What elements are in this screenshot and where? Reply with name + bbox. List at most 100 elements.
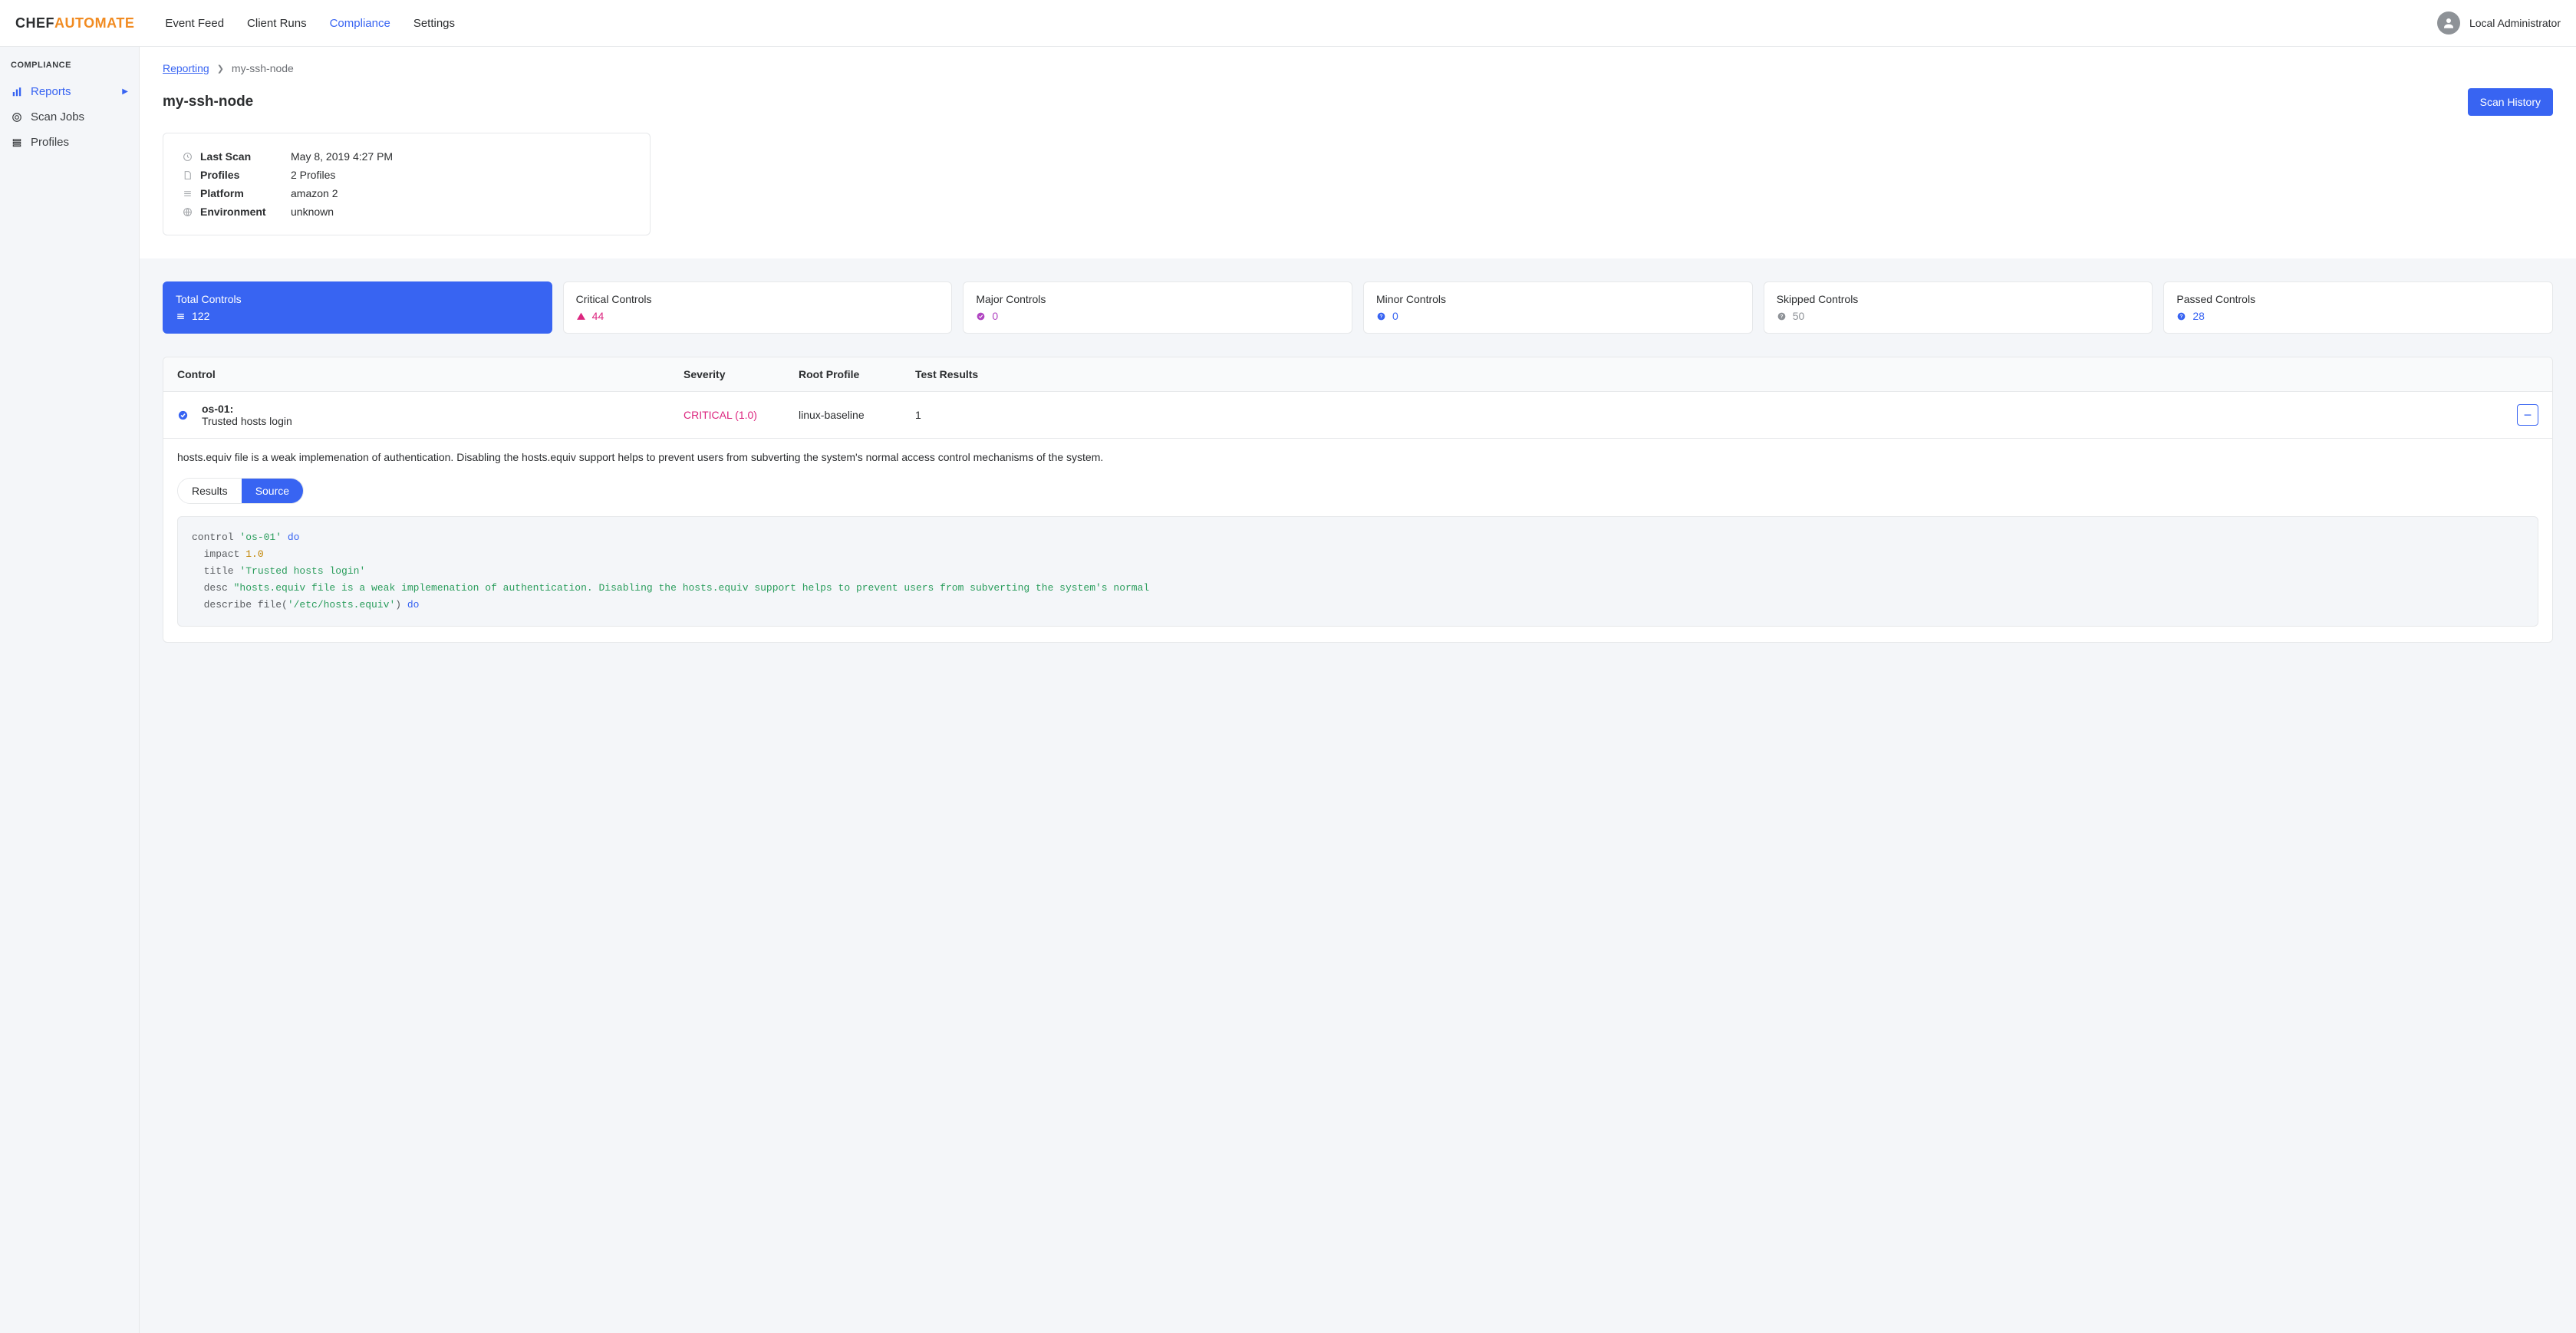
file-icon — [180, 170, 194, 180]
help-circle-icon: ? — [1376, 311, 1386, 321]
tab-source[interactable]: Source — [242, 479, 303, 503]
layers-icon — [11, 137, 23, 148]
severity-cell: CRITICAL (1.0) — [684, 409, 799, 421]
tabs: Results Source — [177, 478, 304, 504]
tile-count: 44 — [592, 310, 604, 322]
tile-critical-controls[interactable]: Critical Controls 44 — [563, 281, 953, 334]
sidebar-item-reports[interactable]: Reports ▶ — [0, 79, 139, 104]
summary-label: Platform — [200, 187, 291, 199]
user-icon — [2442, 16, 2456, 30]
root-profile-cell: linux-baseline — [799, 409, 915, 421]
sidebar-item-label: Scan Jobs — [31, 110, 84, 123]
row-expanded: hosts.equiv file is a weak implemenation… — [163, 439, 2552, 642]
sidebar-item-label: Reports — [31, 85, 71, 98]
header-severity: Severity — [684, 368, 799, 380]
main: Reporting ❯ my-ssh-node my-ssh-node Scan… — [140, 47, 2576, 1333]
nav-link-settings[interactable]: Settings — [413, 17, 455, 30]
tile-count: 50 — [1793, 310, 1805, 322]
main-header: Reporting ❯ my-ssh-node my-ssh-node Scan… — [140, 47, 2576, 258]
list-icon — [180, 189, 194, 199]
tile-skipped-controls[interactable]: Skipped Controls ? 50 — [1764, 281, 2153, 334]
header-test-results: Test Results — [915, 368, 2508, 380]
avatar[interactable] — [2437, 12, 2460, 35]
svg-text:?: ? — [2180, 314, 2183, 319]
summary-value: 2 Profiles — [291, 169, 335, 181]
table-row[interactable]: os-01: Trusted hosts login CRITICAL (1.0… — [163, 392, 2552, 439]
topnav-right: Local Administrator — [2437, 12, 2561, 35]
tile-major-controls[interactable]: Major Controls 0 — [963, 281, 1352, 334]
test-results-cell: 1 — [915, 409, 2508, 421]
help-circle-icon: ? — [1777, 311, 1787, 321]
tile-title: Skipped Controls — [1777, 293, 2140, 305]
chevron-right-icon: ❯ — [217, 64, 224, 74]
tile-total-controls[interactable]: Total Controls 122 — [163, 281, 552, 334]
svg-text:?: ? — [1380, 314, 1383, 319]
nav-links: Event Feed Client Runs Compliance Settin… — [165, 17, 455, 30]
header-root-profile: Root Profile — [799, 368, 915, 380]
nav-link-event-feed[interactable]: Event Feed — [165, 17, 224, 30]
summary-row-platform: Platform amazon 2 — [180, 184, 633, 202]
tile-count: 0 — [1392, 310, 1398, 322]
table-header: Control Severity Root Profile Test Resul… — [163, 357, 2552, 392]
summary-card: Last Scan May 8, 2019 4:27 PM Profiles 2… — [163, 133, 651, 235]
collapse-button[interactable]: − — [2517, 404, 2538, 426]
tab-results[interactable]: Results — [178, 479, 242, 503]
breadcrumb-link[interactable]: Reporting — [163, 62, 209, 74]
control-description: hosts.equiv file is a weak implemenation… — [177, 449, 2538, 466]
check-circle-icon — [177, 410, 191, 421]
tile-title: Total Controls — [176, 293, 539, 305]
user-label: Local Administrator — [2469, 17, 2561, 29]
controls-table: Control Severity Root Profile Test Resul… — [163, 357, 2553, 643]
logo[interactable]: CHEFAUTOMATE — [15, 15, 134, 31]
nav-link-client-runs[interactable]: Client Runs — [247, 17, 307, 30]
summary-row-environment: Environment unknown — [180, 202, 633, 221]
alert-triangle-icon — [576, 311, 586, 321]
header-control: Control — [177, 368, 684, 380]
summary-label: Last Scan — [200, 150, 291, 163]
minus-icon: − — [2524, 407, 2532, 423]
list-icon — [176, 311, 186, 321]
check-circle-icon — [976, 311, 986, 321]
globe-icon — [180, 207, 194, 217]
title-row: my-ssh-node Scan History — [163, 88, 2553, 116]
tile-minor-controls[interactable]: Minor Controls ? 0 — [1363, 281, 1753, 334]
nav-link-compliance[interactable]: Compliance — [330, 17, 390, 30]
chevron-right-icon: ▶ — [122, 87, 128, 96]
summary-value: unknown — [291, 206, 334, 218]
topnav: CHEFAUTOMATE Event Feed Client Runs Comp… — [0, 0, 2576, 47]
tile-title: Minor Controls — [1376, 293, 1740, 305]
target-icon — [11, 112, 23, 123]
main-body: Total Controls 122 Critical Controls — [140, 258, 2576, 1333]
summary-row-last-scan: Last Scan May 8, 2019 4:27 PM — [180, 147, 633, 166]
tiles: Total Controls 122 Critical Controls — [163, 281, 2553, 334]
summary-value: May 8, 2019 4:27 PM — [291, 150, 393, 163]
summary-label: Environment — [200, 206, 291, 218]
breadcrumb: Reporting ❯ my-ssh-node — [163, 62, 2553, 74]
help-circle-icon: ? — [2176, 311, 2186, 321]
sidebar-item-profiles[interactable]: Profiles — [0, 130, 139, 155]
clock-icon — [180, 152, 194, 162]
source-code: control 'os-01' do impact 1.0 title 'Tru… — [177, 516, 2538, 627]
sidebar: COMPLIANCE Reports ▶ Scan Jobs Profiles — [0, 47, 140, 1333]
tile-count: 0 — [992, 310, 998, 322]
tile-passed-controls[interactable]: Passed Controls ? 28 — [2163, 281, 2553, 334]
sidebar-item-label: Profiles — [31, 136, 69, 149]
control-id: os-01: — [202, 403, 684, 415]
control-title: Trusted hosts login — [202, 415, 684, 427]
summary-row-profiles: Profiles 2 Profiles — [180, 166, 633, 184]
breadcrumb-current: my-ssh-node — [232, 62, 294, 74]
tile-title: Passed Controls — [2176, 293, 2540, 305]
summary-value: amazon 2 — [291, 187, 338, 199]
svg-text:?: ? — [1780, 314, 1783, 319]
summary-label: Profiles — [200, 169, 291, 181]
logo-part1: CHEF — [15, 15, 54, 31]
sidebar-item-scan-jobs[interactable]: Scan Jobs — [0, 104, 139, 130]
bar-chart-icon — [11, 87, 23, 97]
control-cell: os-01: Trusted hosts login — [202, 403, 684, 427]
tile-title: Critical Controls — [576, 293, 940, 305]
page-title: my-ssh-node — [163, 94, 253, 110]
scan-history-button[interactable]: Scan History — [2468, 88, 2553, 116]
tile-title: Major Controls — [976, 293, 1339, 305]
tile-count: 28 — [2192, 310, 2205, 322]
sidebar-title: COMPLIANCE — [0, 61, 139, 79]
